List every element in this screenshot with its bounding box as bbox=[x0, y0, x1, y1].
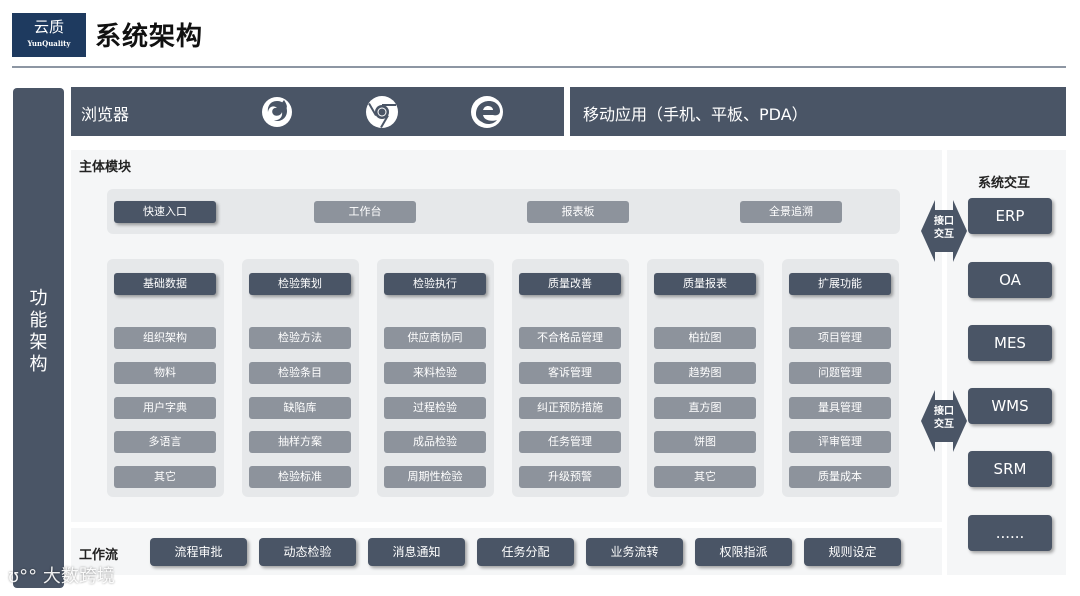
workflow-button[interactable]: 流程审批 bbox=[150, 538, 247, 566]
workflow-button[interactable]: 消息通知 bbox=[368, 538, 465, 566]
system-button[interactable]: SRM bbox=[968, 451, 1052, 487]
module-item-button[interactable]: 问题管理 bbox=[789, 362, 891, 384]
interface-arrow-2: 接口 交互 bbox=[921, 390, 967, 452]
module-item-button[interactable]: 其它 bbox=[654, 466, 756, 488]
module-item-button[interactable]: 升级预警 bbox=[519, 466, 621, 488]
arrow-label-2-l2: 交互 bbox=[934, 419, 954, 430]
main-modules-title: 主体模块 bbox=[79, 160, 132, 175]
edge-icon bbox=[471, 96, 503, 128]
entry-button[interactable]: 报表板 bbox=[527, 201, 629, 223]
workflow-button[interactable]: 权限指派 bbox=[695, 538, 792, 566]
workflow-button[interactable]: 动态检验 bbox=[259, 538, 356, 566]
workflow-button[interactable]: 规则设定 bbox=[804, 538, 901, 566]
side-char-1: 功 bbox=[29, 288, 48, 309]
interface-arrow-1: 接口 交互 bbox=[921, 200, 967, 262]
module-header-button[interactable]: 扩展功能 bbox=[789, 273, 891, 295]
module-item-button[interactable]: 成品检验 bbox=[384, 431, 486, 453]
mobile-bar: 移动应用（手机、平板、PDA） bbox=[570, 87, 1066, 136]
arrow-label-2-l1: 接口 bbox=[934, 406, 954, 417]
module-header-button[interactable]: 质量报表 bbox=[654, 273, 756, 295]
module-item-button[interactable]: 直方图 bbox=[654, 397, 756, 419]
system-button[interactable]: MES bbox=[968, 325, 1052, 361]
logo-en: YunQuality bbox=[27, 39, 71, 48]
module-header-button[interactable]: 检验策划 bbox=[249, 273, 351, 295]
title-divider bbox=[12, 66, 1066, 68]
module-item-button[interactable]: 检验条目 bbox=[249, 362, 351, 384]
arrow-label-1-l2: 交互 bbox=[934, 229, 954, 240]
system-button[interactable]: ERP bbox=[968, 198, 1052, 234]
module-item-button[interactable]: 纠正预防措施 bbox=[519, 397, 621, 419]
module-item-button[interactable]: 来料检验 bbox=[384, 362, 486, 384]
module-item-button[interactable]: 饼图 bbox=[654, 431, 756, 453]
workflow-button[interactable]: 业务流转 bbox=[586, 538, 683, 566]
arrow-label-1: 接口 交互 bbox=[921, 215, 967, 241]
module-item-button[interactable]: 抽样方案 bbox=[249, 431, 351, 453]
entry-button[interactable]: 全景追溯 bbox=[740, 201, 842, 223]
module-item-button[interactable]: 多语言 bbox=[114, 431, 216, 453]
module-item-button[interactable]: 物料 bbox=[114, 362, 216, 384]
firefox-icon bbox=[262, 97, 292, 127]
module-item-button[interactable]: 其它 bbox=[114, 466, 216, 488]
system-button[interactable]: OA bbox=[968, 262, 1052, 298]
page-title: 系统架构 bbox=[95, 22, 204, 52]
module-item-button[interactable]: 柏拉图 bbox=[654, 327, 756, 349]
module-item-button[interactable]: 质量成本 bbox=[789, 466, 891, 488]
arrow-label-1-l1: 接口 bbox=[934, 216, 954, 227]
module-item-button[interactable]: 组织架构 bbox=[114, 327, 216, 349]
mobile-label: 移动应用（手机、平板、PDA） bbox=[583, 105, 808, 124]
module-item-button[interactable]: 客诉管理 bbox=[519, 362, 621, 384]
brand-logo: 云质 YunQuality bbox=[12, 13, 86, 57]
arrow-label-2: 接口 交互 bbox=[921, 405, 967, 431]
architecture-slide: 云质 YunQuality 系统架构 功 能 架 构 浏览器 移动应用（手机、平… bbox=[0, 0, 1080, 596]
module-item-button[interactable]: 供应商协同 bbox=[384, 327, 486, 349]
workflow-button[interactable]: 任务分配 bbox=[477, 538, 574, 566]
module-item-button[interactable]: 用户字典 bbox=[114, 397, 216, 419]
side-char-4: 构 bbox=[29, 354, 48, 375]
module-header-button[interactable]: 检验执行 bbox=[384, 273, 486, 295]
module-item-button[interactable]: 量具管理 bbox=[789, 397, 891, 419]
watermark: ʊ°° 大数跨境 bbox=[8, 562, 115, 588]
logo-cn: 云质 bbox=[33, 18, 64, 36]
entry-button[interactable]: 快速入口 bbox=[114, 201, 216, 223]
module-header-button[interactable]: 质量改善 bbox=[519, 273, 621, 295]
module-item-button[interactable]: 检验方法 bbox=[249, 327, 351, 349]
module-item-button[interactable]: 评审管理 bbox=[789, 431, 891, 453]
module-item-button[interactable]: 过程检验 bbox=[384, 397, 486, 419]
system-button[interactable]: ...... bbox=[968, 515, 1052, 551]
module-item-button[interactable]: 周期性检验 bbox=[384, 466, 486, 488]
workflow-title: 工作流 bbox=[79, 548, 119, 563]
module-item-button[interactable]: 缺陷库 bbox=[249, 397, 351, 419]
system-title: 系统交互 bbox=[978, 176, 1031, 191]
chrome-icon bbox=[366, 96, 398, 129]
watermark-logo-icon: ʊ°° bbox=[8, 566, 43, 587]
watermark-text: 大数跨境 bbox=[42, 566, 115, 587]
system-button[interactable]: WMS bbox=[968, 388, 1052, 424]
browser-label: 浏览器 bbox=[81, 105, 130, 124]
module-item-button[interactable]: 项目管理 bbox=[789, 327, 891, 349]
side-label: 功 能 架 构 bbox=[13, 288, 64, 376]
side-char-2: 能 bbox=[29, 310, 48, 331]
entry-button[interactable]: 工作台 bbox=[314, 201, 416, 223]
module-item-button[interactable]: 趋势图 bbox=[654, 362, 756, 384]
module-item-button[interactable]: 任务管理 bbox=[519, 431, 621, 453]
module-item-button[interactable]: 检验标准 bbox=[249, 466, 351, 488]
module-header-button[interactable]: 基础数据 bbox=[114, 273, 216, 295]
browser-bar: 浏览器 bbox=[71, 87, 564, 136]
side-strip: 功 能 架 构 bbox=[13, 88, 64, 588]
module-item-button[interactable]: 不合格品管理 bbox=[519, 327, 621, 349]
side-char-3: 架 bbox=[29, 332, 48, 353]
